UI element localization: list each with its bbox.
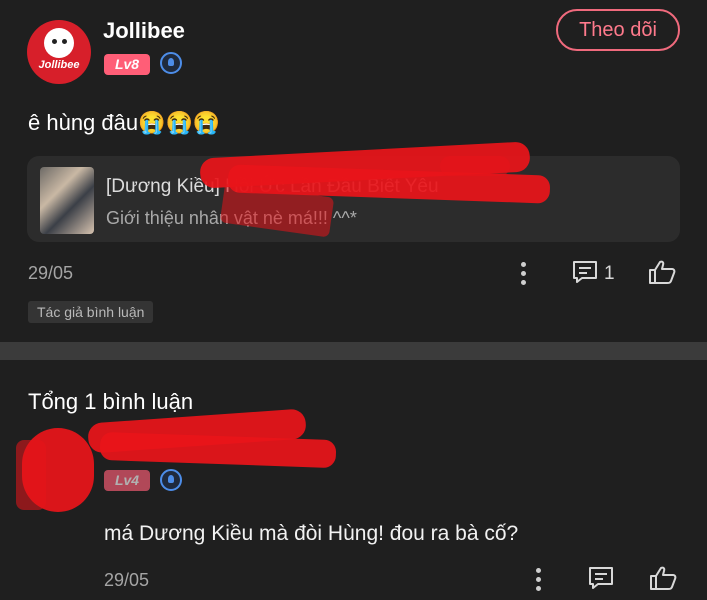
comments-total: Tổng 1 bình luận — [28, 389, 194, 414]
medal-icon — [160, 52, 182, 74]
commenter-level-badge: Lv4 — [104, 470, 150, 491]
level-badge: Lv8 — [104, 54, 150, 75]
section-divider — [0, 342, 707, 360]
like-thumb-icon[interactable] — [648, 259, 676, 285]
like-thumb-icon[interactable] — [649, 565, 677, 591]
avatar-logo-text: Jollibee — [38, 59, 80, 71]
post-date: 29/05 — [28, 263, 74, 283]
author-avatar[interactable]: Jollibee — [27, 20, 91, 84]
mascot-eye-right — [62, 39, 67, 44]
mascot-face — [44, 28, 74, 58]
comment-text: má Dương Kiều mà đòi Hùng! đou ra bà cố? — [104, 522, 519, 545]
follow-button[interactable]: Theo dõi — [556, 9, 680, 51]
comment-date: 29/05 — [104, 570, 150, 590]
story-thumbnail[interactable] — [40, 167, 94, 234]
redaction-mark — [440, 156, 510, 176]
mascot-eye-left — [52, 39, 57, 44]
comment-count: 1 — [604, 263, 615, 284]
reply-comment-icon[interactable] — [588, 566, 614, 590]
comment-icon[interactable] — [572, 260, 598, 284]
post-text: ê hùng đâu😭😭😭 — [28, 110, 221, 135]
redaction-mark — [16, 440, 46, 510]
medal-icon — [160, 469, 182, 491]
author-name[interactable]: Jollibee — [103, 18, 185, 44]
author-comment-tag: Tác giả bình luận — [28, 301, 154, 323]
more-dots-icon[interactable] — [536, 568, 542, 592]
redaction-mark — [99, 431, 337, 469]
more-dots-icon[interactable] — [521, 262, 527, 286]
